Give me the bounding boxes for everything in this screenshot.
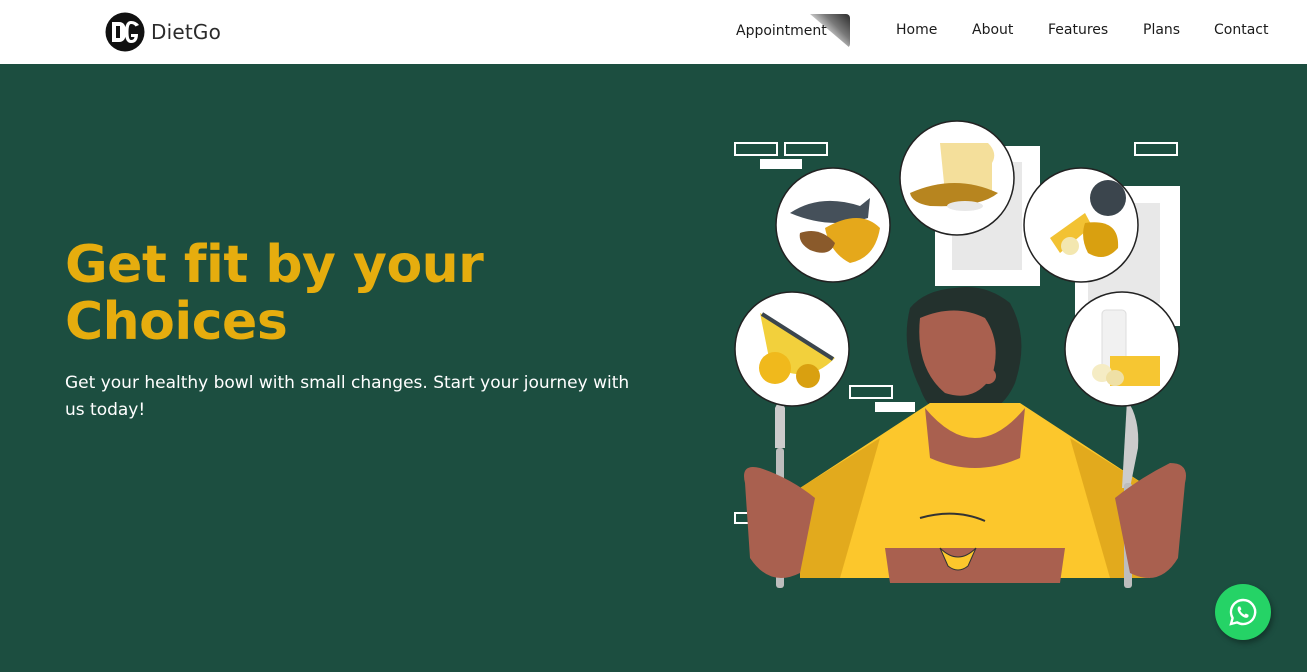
food-circle-fish-chicken — [775, 167, 891, 283]
nav-features[interactable]: Features — [1048, 22, 1108, 38]
food-circle-vegetables — [1023, 167, 1139, 283]
dg-logo-icon — [105, 12, 145, 52]
food-circle-fruits — [734, 291, 850, 407]
appointment-label: Appointment — [736, 23, 827, 39]
hero-title-line1: Get fit by your — [65, 235, 484, 295]
hero-illustration — [734, 120, 1186, 588]
nav-plans[interactable]: Plans — [1143, 22, 1180, 38]
whatsapp-icon — [1229, 598, 1257, 626]
food-circle-dairy — [1064, 291, 1180, 407]
appointment-button[interactable]: Appointment — [720, 14, 850, 48]
nav-contact[interactable]: Contact — [1214, 22, 1268, 38]
food-circle-bread — [899, 120, 1015, 236]
brand-logo[interactable]: DietGo — [104, 12, 221, 52]
whatsapp-button[interactable] — [1215, 584, 1271, 640]
nav-home[interactable]: Home — [896, 22, 937, 38]
hero-title: Get fit by your Choices — [65, 237, 625, 351]
hero-title-line2: Choices — [65, 292, 288, 352]
hero-subtitle: Get your healthy bowl with small changes… — [65, 373, 630, 420]
nav-about[interactable]: About — [972, 22, 1013, 38]
brand-name: DietGo — [151, 20, 222, 44]
navbar: DietGo Appointment Home About Features P… — [0, 0, 1307, 64]
